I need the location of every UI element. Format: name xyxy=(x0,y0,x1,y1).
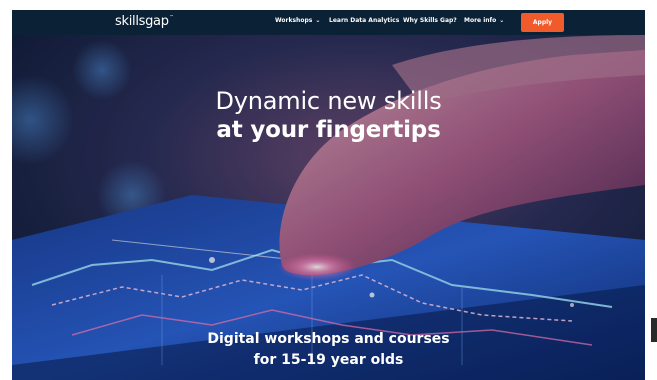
nav-item-label: Learn Data Analytics xyxy=(329,17,400,24)
chevron-down-icon: ⌄ xyxy=(315,17,321,24)
nav-item-more-info[interactable]: More info ⌄ xyxy=(464,17,504,24)
hero-banner: Dynamic new skills at your fingertips Di… xyxy=(12,35,645,380)
chevron-down-icon: ⌄ xyxy=(499,17,505,24)
hero-headline-line2: at your fingertips xyxy=(216,117,441,143)
nav-item-label: More info xyxy=(464,17,497,24)
top-navigation-bar: skillsgap™ Workshops ⌄ Learn Data Analyti… xyxy=(12,10,645,35)
skillsgap-logo[interactable]: skillsgap™ xyxy=(115,14,174,29)
hero-subheadline-line1: Digital workshops and courses xyxy=(207,331,450,347)
hero-subheadline-line2: for 15-19 year olds xyxy=(253,352,404,368)
nav-item-workshops[interactable]: Workshops ⌄ xyxy=(275,17,320,24)
nav-item-label: Workshops xyxy=(275,17,313,24)
hero-headline-line1: Dynamic new skills xyxy=(215,87,442,115)
apply-button[interactable]: Apply xyxy=(521,13,564,32)
nav-item-label: Why Skills Gap? xyxy=(403,17,457,24)
nav-item-learn-data-analytics[interactable]: Learn Data Analytics xyxy=(329,17,399,24)
nav-item-why-skills-gap[interactable]: Why Skills Gap? xyxy=(403,17,457,24)
side-scroll-tab[interactable] xyxy=(651,318,657,342)
page: skillsgap™ Workshops ⌄ Learn Data Analyti… xyxy=(0,0,657,380)
logo-trademark: ™ xyxy=(169,14,174,19)
logo-text: skillsgap xyxy=(115,14,169,29)
